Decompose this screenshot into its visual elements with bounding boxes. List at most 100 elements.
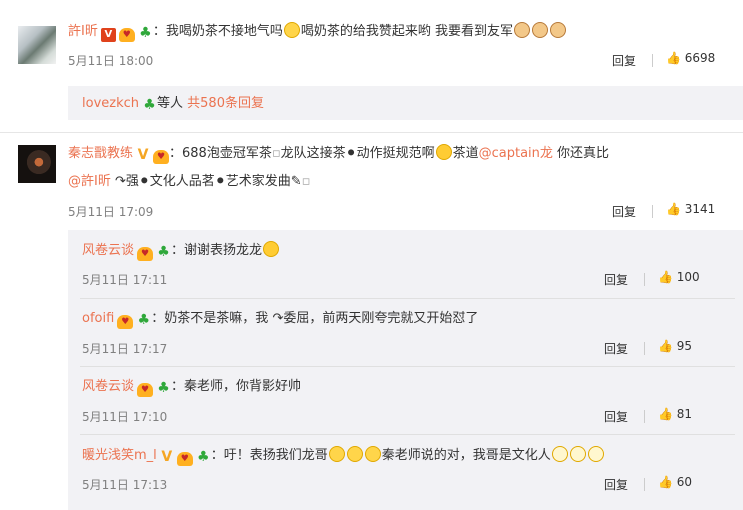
username[interactable]: 許Ⅰ昕 [68, 24, 98, 39]
green-badge-icon[interactable]: ♣ [196, 450, 211, 464]
comment-text-cont: 你还真比 [552, 146, 610, 161]
username[interactable]: ofoifi [82, 311, 114, 326]
reply-button[interactable]: 回复 [604, 476, 628, 493]
green-badge-icon[interactable]: ♣ [156, 381, 171, 395]
username[interactable]: 秦志戬教练 [68, 146, 133, 161]
reply-body: 风卷云谈 ♥ ♣：谢谢表扬龙龙 [82, 241, 280, 261]
timestamp: 5月11日 17:11 [82, 273, 168, 287]
timestamp: 5月11日 17:09 [68, 205, 154, 219]
comment-body-line2: @許Ⅰ昕 ↷强⚫文化人品茗⚫艺术家发曲✎▫ [68, 174, 311, 189]
green-badge-icon[interactable]: ♣ [138, 26, 153, 40]
emoji-icon [550, 22, 566, 38]
like-count: 60 [676, 475, 693, 489]
like-icon: 👍 [658, 475, 673, 489]
like-button[interactable]: 👍 100 [658, 270, 700, 284]
username[interactable]: 风卷云谈 [82, 243, 134, 258]
reply-text: ：谢谢表扬龙龙 [171, 243, 263, 258]
verified-v-icon[interactable]: V [160, 450, 174, 464]
emoji-icon [346, 446, 363, 462]
summary-text: 等人 [157, 96, 184, 111]
reply-button[interactable]: 回复 [604, 408, 628, 425]
reply-body: ofoifi ♥ ♣：奶茶不是茶嘛，我 ↷委屈，前两天刚夸完就又开始怼了 [82, 311, 479, 329]
like-icon: 👍 [658, 339, 673, 353]
timestamp: 5月11日 17:17 [82, 342, 168, 356]
comment-text: ：688泡壶冠军茶 [169, 146, 272, 161]
reply-text: ：吁！表扬我们龙哥 [210, 448, 328, 463]
like-button[interactable]: 👍 81 [658, 407, 692, 421]
like-icon: 👍 [658, 407, 673, 421]
like-button[interactable]: 👍 6698 [666, 51, 715, 65]
like-icon: 👍 [658, 270, 673, 284]
divider [644, 273, 645, 286]
reply-button[interactable]: 回复 [604, 271, 628, 288]
divider [652, 205, 653, 218]
vip-badge-icon[interactable]: V [100, 28, 116, 42]
verified-v-icon[interactable]: V [136, 148, 150, 162]
divider [80, 366, 735, 367]
comment-text-cont: 强 [125, 174, 139, 189]
reply-text-cont: 委屈，前两天刚夸完就又开始怼了 [283, 311, 479, 326]
emoji-icon [514, 22, 530, 38]
like-icon: 👍 [666, 202, 681, 216]
timestamp: 5月11日 17:13 [82, 478, 168, 492]
emoji-icon [328, 446, 345, 462]
comment-item: 秦志戬教练 V ♥ ：688泡壶冠军茶▫龙队这接茶⚫动作挺规范啊 茶道@captain龙… [0, 133, 743, 233]
like-count: 100 [676, 270, 700, 284]
comment-text-cont: 喝奶茶的给我赞起来哟 我要看到友军 [300, 24, 513, 39]
emoji-icon [587, 446, 604, 462]
fan-badge-icon[interactable]: ♥ [153, 150, 170, 164]
comment-text-cont: 动作挺规范啊 [356, 146, 435, 161]
username[interactable]: 暖光浅笑m_l [82, 448, 157, 463]
emoji-icon [532, 22, 548, 38]
green-badge-icon[interactable]: ♣ [136, 313, 151, 327]
like-button[interactable]: 👍 95 [658, 339, 692, 353]
avatar[interactable] [18, 145, 56, 183]
green-badge-icon[interactable]: ♣ [156, 245, 171, 259]
divider [80, 298, 735, 299]
reply-button[interactable]: 回复 [612, 203, 636, 220]
comment-text: ：我喝奶茶不接地气吗 [152, 24, 283, 39]
like-count: 81 [676, 407, 693, 421]
comment-text-cont: 茶道 [452, 146, 479, 161]
divider [644, 342, 645, 355]
emoji-icon [283, 22, 300, 38]
view-all-replies-link[interactable]: 共580条回复 [187, 96, 264, 111]
reply-summary[interactable]: lovezkch ♣等人 共580条回复 [68, 86, 743, 120]
emoji-icon [364, 446, 381, 462]
comment-text-cont: 文化人品茗 [149, 174, 215, 189]
reply-button[interactable]: 回复 [612, 52, 636, 69]
reply-button[interactable]: 回复 [604, 340, 628, 357]
timestamp: 5月11日 17:10 [82, 410, 168, 424]
fan-badge-icon[interactable]: ♥ [176, 452, 193, 466]
fan-badge-icon[interactable]: ♥ [118, 28, 135, 42]
reply-text-cont: 秦老师说的对，我哥是文化人 [381, 448, 551, 463]
comment-body: 許Ⅰ昕 V ♥ ♣：我喝奶茶不接地气吗 喝奶茶的给我赞起来哟 我要看到友军 [68, 22, 567, 42]
emoji-icon [263, 241, 280, 257]
divider [644, 478, 645, 491]
divider [644, 410, 645, 423]
username[interactable]: 风卷云谈 [82, 379, 134, 394]
emoji-icon [435, 144, 452, 160]
fan-badge-icon[interactable]: ♥ [137, 247, 154, 261]
mention-link[interactable]: @captain龙 [479, 146, 553, 161]
like-button[interactable]: 👍 3141 [666, 202, 715, 216]
reply-body: 风卷云谈 ♥ ♣：秦老师，你背影好帅 [82, 378, 301, 397]
fan-badge-icon[interactable]: ♥ [117, 315, 134, 329]
comment-text-cont: 龙队这接茶 [280, 146, 346, 161]
like-icon: 👍 [666, 51, 681, 65]
fan-badge-icon[interactable]: ♥ [137, 383, 154, 397]
green-badge-icon: ♣ [143, 97, 156, 113]
reply-summary-text: lovezkch ♣等人 共580条回复 [82, 95, 264, 113]
emoji-icon [569, 446, 586, 462]
like-count: 3141 [684, 202, 716, 216]
reply-text: ：秦老师，你背影好帅 [171, 379, 302, 394]
avatar[interactable] [18, 26, 56, 64]
comment-body: 秦志戬教练 V ♥ ：688泡壶冠军茶▫龙队这接茶⚫动作挺规范啊 茶道@captain龙… [68, 144, 610, 164]
divider [652, 54, 653, 67]
like-button[interactable]: 👍 60 [658, 475, 692, 489]
timestamp: 5月11日 18:00 [68, 54, 154, 68]
mention-link[interactable]: @許Ⅰ昕 [68, 174, 111, 189]
summary-user[interactable]: lovezkch [82, 96, 139, 111]
emoji-icon [551, 446, 568, 462]
comment-text-cont: 艺术家发曲 [225, 174, 291, 189]
